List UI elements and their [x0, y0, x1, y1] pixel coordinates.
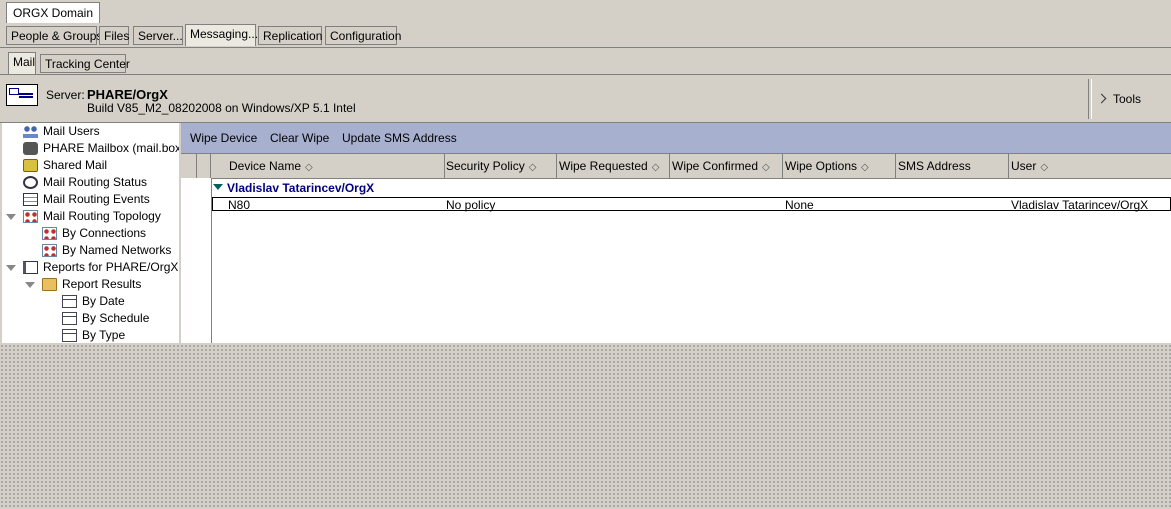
cell-user: Vladislav Tatarincev/OrgX: [1011, 198, 1149, 212]
admin-window: ORGX Domain People & Groups Files Server…: [0, 0, 1171, 343]
header-gutter: [181, 154, 197, 178]
sort-icon: ◇: [861, 162, 869, 173]
view-icon: [62, 295, 77, 308]
cell-device-name: N80: [228, 198, 251, 212]
server-icon: [6, 84, 38, 106]
main-nav-tabs: People & Groups Files Server... Messagin…: [0, 23, 1171, 48]
devices-view: Wipe Device Clear Wipe Update SMS Addres…: [181, 123, 1171, 343]
folder-icon: [42, 278, 57, 291]
book-icon: [23, 261, 38, 274]
column-device-name[interactable]: Device Name ◇: [226, 154, 445, 178]
gauge-icon: [23, 176, 38, 189]
column-wipe-confirmed[interactable]: Wipe Confirmed ◇: [669, 154, 783, 178]
server-build: Build V85_M2_08202008 on Windows/XP 5.1 …: [87, 101, 356, 115]
tools-divider: [1088, 79, 1092, 119]
column-security-policy[interactable]: Security Policy ◇: [443, 154, 557, 178]
view-icon: [62, 329, 77, 342]
server-bar: Server: PHARE/OrgX Build V85_M2_08202008…: [0, 76, 1171, 123]
tab-orgx-domain[interactable]: ORGX Domain: [6, 2, 101, 23]
topology-icon: [42, 227, 57, 240]
column-user[interactable]: User ◇: [1008, 154, 1171, 178]
table-row[interactable]: N80 No policy None Vladislav Tatarincev/…: [212, 197, 1171, 212]
sub-nav-tabs: Mail Tracking Center: [0, 51, 1171, 75]
clear-wipe-button[interactable]: Clear Wipe: [270, 131, 329, 145]
update-sms-address-button[interactable]: Update SMS Address: [342, 131, 457, 145]
topology-icon: [23, 210, 38, 223]
column-header-row: Device Name ◇ Security Policy ◇ Wipe Reque…: [181, 154, 1171, 179]
tab-messaging[interactable]: Messaging...: [185, 24, 258, 46]
sort-icon: ◇: [305, 162, 313, 173]
sort-icon: ◇: [762, 162, 770, 173]
wipe-device-button[interactable]: Wipe Device: [190, 131, 257, 145]
sort-icon: ◇: [1040, 162, 1049, 173]
users-icon: [23, 125, 38, 138]
header-gutter-2: [197, 154, 211, 178]
mailbox-icon: [23, 142, 38, 155]
column-wipe-options[interactable]: Wipe Options ◇: [782, 154, 896, 178]
sort-icon: ◇: [528, 162, 537, 173]
tab-tracking-center[interactable]: Tracking Center: [40, 54, 130, 73]
window-tab-bar: ORGX Domain: [0, 0, 1171, 24]
row-selection-gutter: [181, 178, 212, 343]
server-name[interactable]: PHARE/OrgX: [87, 87, 168, 102]
topology-icon: [42, 244, 57, 257]
view-icon: [62, 312, 77, 325]
action-bar: Wipe Device Clear Wipe Update SMS Addres…: [181, 123, 1171, 154]
collapse-triangle-icon[interactable]: [213, 184, 223, 190]
tab-files[interactable]: Files: [99, 26, 129, 45]
tab-configuration[interactable]: Configuration: [325, 26, 401, 45]
chevron-right-icon: [1096, 93, 1107, 104]
expand-twisty-icon[interactable]: [6, 214, 16, 220]
category-row[interactable]: Vladislav Tatarincev/OrgX: [213, 180, 374, 196]
tools-label: Tools: [1113, 92, 1142, 106]
column-sms-address[interactable]: SMS Address: [895, 154, 1009, 178]
tab-people-groups[interactable]: People & Groups: [6, 26, 102, 45]
shared-mail-icon: [23, 159, 38, 172]
cell-security-policy: No policy: [446, 198, 496, 212]
tools-button[interactable]: Tools: [1096, 92, 1142, 106]
cell-wipe-options: None: [785, 198, 814, 212]
column-wipe-requested[interactable]: Wipe Requested ◇: [556, 154, 670, 178]
tab-replication[interactable]: Replication: [258, 26, 322, 45]
navigation-tree: Mail Users PHARE Mailbox (mail.box) Shar…: [2, 123, 182, 343]
server-label: Server:: [46, 88, 85, 102]
events-icon: [23, 193, 38, 206]
expand-twisty-icon[interactable]: [25, 282, 35, 288]
tab-server[interactable]: Server...: [133, 26, 183, 45]
tab-mail[interactable]: Mail: [8, 52, 36, 74]
expand-twisty-icon[interactable]: [6, 265, 16, 271]
sort-icon: ◇: [651, 162, 660, 173]
